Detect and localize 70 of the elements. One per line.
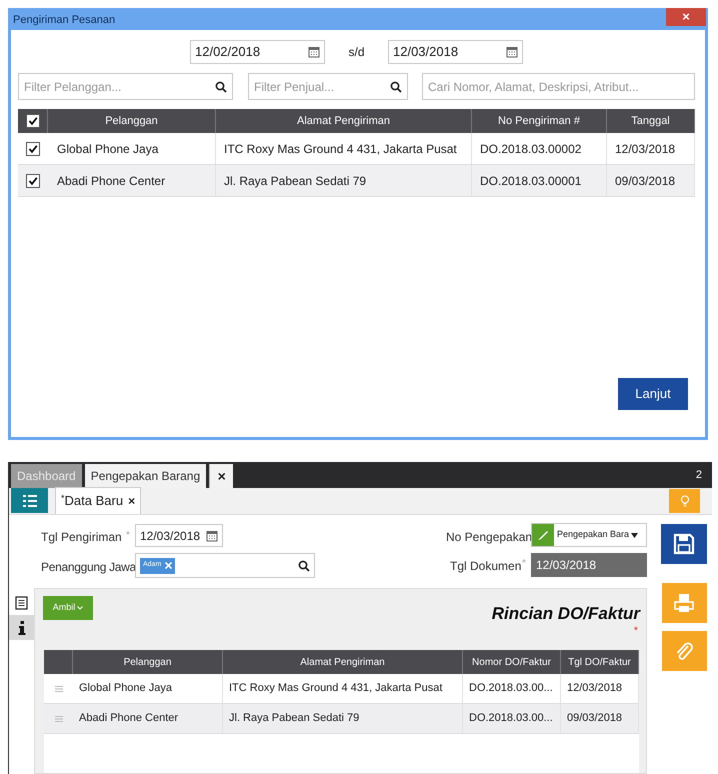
list-icon bbox=[22, 494, 36, 506]
remove-icon bbox=[165, 562, 172, 569]
search-icon bbox=[298, 560, 310, 572]
date-field: 12/03/2018 bbox=[531, 553, 647, 577]
required-mark: * bbox=[634, 624, 638, 639]
table-cell: Abadi Phone Center bbox=[48, 165, 216, 196]
checkmark-icon bbox=[28, 116, 38, 126]
list-view-button[interactable] bbox=[11, 488, 48, 513]
table-cell: 12/03/2018 bbox=[607, 133, 695, 164]
table-cell: DO.2018.03.00002 bbox=[472, 133, 607, 164]
checkbox[interactable] bbox=[26, 114, 40, 128]
table-cell: Jl. Raya Pabean Sedati 79 bbox=[223, 704, 463, 733]
section-title: Rincian DO/Faktur bbox=[492, 603, 640, 625]
window-count[interactable]: 2 bbox=[696, 466, 702, 484]
document-icon bbox=[15, 596, 28, 610]
checkmark-icon bbox=[28, 176, 38, 186]
field-label: Tgl Dokumen bbox=[450, 558, 522, 575]
document-number-dropdown[interactable]: Pengepakan Bara bbox=[531, 523, 647, 547]
filter-field[interactable]: Cari Nomor, Alamat, Deskripsi, Atribut... bbox=[422, 73, 695, 100]
date-field[interactable]: 12/02/2018 bbox=[190, 40, 325, 64]
drag-handle-icon bbox=[54, 716, 62, 722]
info-icon bbox=[18, 620, 26, 634]
required-mark: * bbox=[522, 557, 526, 571]
table-cell: 09/03/2018 bbox=[607, 165, 695, 196]
calendar-icon bbox=[308, 46, 320, 58]
table-cell: ITC Roxy Mas Ground 4 431, Jakarta Pusat bbox=[216, 133, 472, 164]
next-button[interactable]: Lanjut bbox=[618, 378, 688, 410]
checkbox[interactable] bbox=[26, 174, 40, 188]
field-label: Tgl Pengiriman bbox=[41, 529, 122, 546]
date-separator: s/d bbox=[347, 44, 366, 61]
filter-field[interactable]: Filter Penjual... bbox=[248, 73, 408, 100]
table-row[interactable]: Abadi Phone Center Jl. Raya Pabean Sedati 79 DO.2018.03.00... 09/03/2018 bbox=[44, 704, 639, 734]
table-cell: DO.2018.03.00001 bbox=[472, 165, 607, 196]
checkbox[interactable] bbox=[26, 142, 40, 156]
pencil-icon bbox=[537, 529, 549, 541]
drag-handle-icon bbox=[54, 686, 62, 692]
printer-icon bbox=[674, 593, 694, 613]
caret-icon bbox=[631, 532, 638, 538]
required-mark: * bbox=[126, 529, 130, 543]
close-button[interactable]: × bbox=[666, 8, 706, 26]
paperclip-icon bbox=[674, 640, 694, 662]
save-icon bbox=[673, 533, 695, 555]
info-tab[interactable] bbox=[9, 615, 34, 640]
table-cell: DO.2018.03.00... bbox=[463, 674, 561, 703]
table-cell: 12/03/2018 bbox=[561, 674, 639, 703]
field-label: Penanggung Jawa bbox=[41, 559, 136, 576]
table-cell: Global Phone Jaya bbox=[48, 133, 216, 164]
calendar-icon bbox=[506, 46, 518, 58]
tab[interactable]: Pengepakan Barang bbox=[84, 464, 206, 488]
date-field[interactable]: 12/03/2018 bbox=[388, 40, 523, 64]
search-icon bbox=[390, 81, 402, 93]
table-cell: Abadi Phone Center bbox=[73, 704, 223, 733]
field-label: No Pengepakan bbox=[446, 529, 532, 546]
date-field[interactable]: 12/03/2018 bbox=[135, 524, 223, 547]
close-tab-button[interactable]: × bbox=[209, 464, 234, 488]
table-row[interactable]: Global Phone Jaya ITC Roxy Mas Ground 4 431, Jakarta Pusat DO.2018.03.00... 12/03/2018 bbox=[44, 674, 639, 704]
calendar-icon bbox=[206, 530, 218, 542]
table-cell: Global Phone Jaya bbox=[73, 674, 223, 703]
checkmark-icon bbox=[28, 144, 38, 154]
chevron-icon bbox=[77, 606, 84, 610]
table-cell: ITC Roxy Mas Ground 4 431, Jakarta Pusat bbox=[223, 674, 463, 703]
table-cell: Jl. Raya Pabean Sedati 79 bbox=[216, 165, 472, 196]
bulb-icon bbox=[680, 495, 690, 507]
save-button[interactable] bbox=[661, 524, 707, 564]
window-title: Pengiriman Pesanan bbox=[13, 13, 116, 28]
search-icon bbox=[215, 81, 227, 93]
filter-field[interactable]: Filter Pelanggan... bbox=[18, 73, 233, 100]
table-cell: DO.2018.03.00... bbox=[463, 704, 561, 733]
document-tab[interactable]: $^{*}$Data Baru × bbox=[55, 487, 142, 514]
table-cell: 09/03/2018 bbox=[561, 704, 639, 733]
